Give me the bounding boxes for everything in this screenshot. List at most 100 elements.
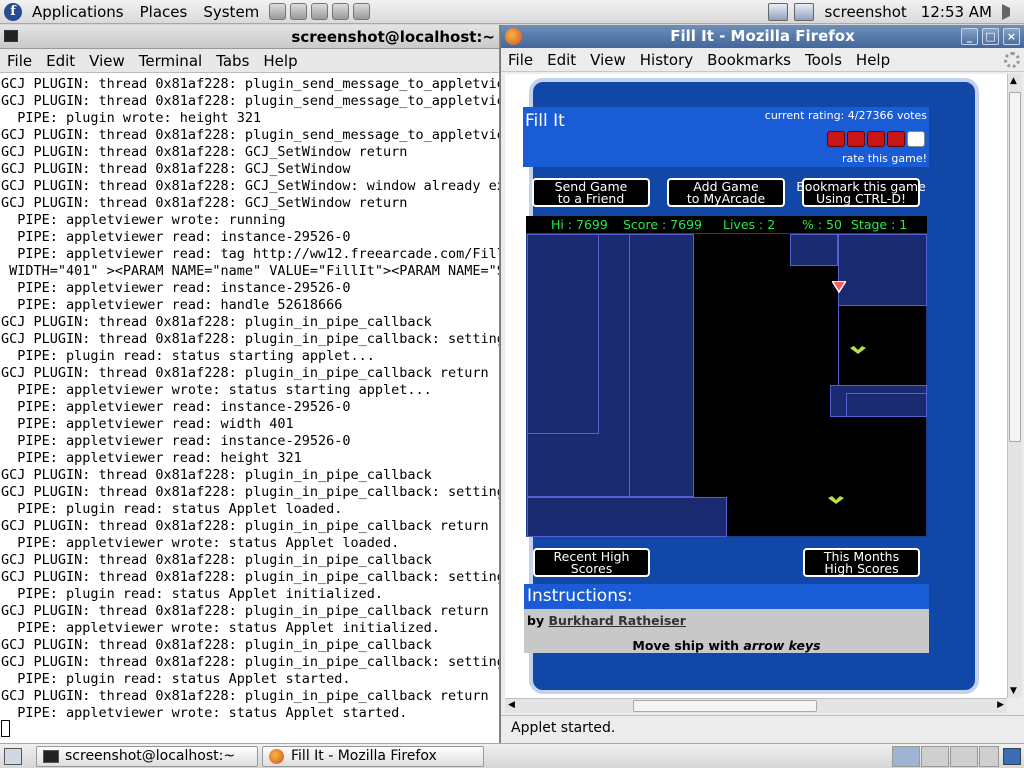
- workspace-2[interactable]: [921, 746, 949, 767]
- terminal-line: PIPE: appletviewer wrote: status Applet …: [1, 620, 440, 636]
- rating-star-icon[interactable]: [887, 131, 905, 147]
- rating-star-icon[interactable]: [847, 131, 865, 147]
- show-desktop-icon[interactable]: [4, 748, 22, 765]
- terminal-icon: [43, 750, 59, 763]
- terminal-output[interactable]: GCJ PLUGIN: thread 0x81af228: plugin_sen…: [0, 76, 499, 743]
- applications-menu[interactable]: Applications: [24, 0, 132, 24]
- minimize-button[interactable]: _: [961, 28, 978, 45]
- rate-game-link[interactable]: rate this game!: [842, 152, 927, 165]
- rating-star-empty-icon[interactable]: [907, 131, 925, 147]
- terminal-icon: [4, 30, 18, 42]
- firefox-menubar: File Edit View History Bookmarks Tools H…: [501, 48, 1024, 72]
- mail-launcher-icon[interactable]: [290, 3, 308, 20]
- trash-icon[interactable]: [1003, 748, 1021, 765]
- status-bar: Applet started.: [501, 715, 1024, 741]
- menu-view[interactable]: View: [583, 51, 633, 69]
- menu-file[interactable]: File: [501, 51, 540, 69]
- terminal-line: GCJ PLUGIN: thread 0x81af228: plugin_sen…: [1, 93, 499, 109]
- terminal-line: GCJ PLUGIN: thread 0x81af228: plugin_in_…: [1, 365, 489, 381]
- firefox-titlebar[interactable]: Fill It - Mozilla Firefox _ □ ×: [501, 25, 1024, 48]
- terminal-line: PIPE: appletviewer wrote: status Applet …: [1, 705, 408, 721]
- terminal-line: WIDTH="401" ><PARAM NAME="name" VALUE="F…: [1, 263, 499, 279]
- terminal-window: screenshot@localhost:~ File Edit View Te…: [0, 25, 500, 743]
- vertical-scrollbar[interactable]: ▲ ▼: [1007, 74, 1022, 698]
- terminal-line: PIPE: plugin read: status Applet initial…: [1, 586, 384, 602]
- hud-lives: Lives : 2: [723, 217, 776, 232]
- terminal-line: GCJ PLUGIN: thread 0x81af228: plugin_in_…: [1, 569, 499, 585]
- terminal-menu-file[interactable]: File: [0, 52, 39, 70]
- firefox-title-text: Fill It - Mozilla Firefox: [670, 27, 855, 45]
- firefox-launcher-icon[interactable]: [269, 3, 287, 20]
- hud-stage: Stage : 1: [851, 217, 908, 232]
- terminal-line: GCJ PLUGIN: thread 0x81af228: plugin_in_…: [1, 314, 432, 330]
- terminal-line: GCJ PLUGIN: thread 0x81af228: plugin_in_…: [1, 518, 489, 534]
- filled-region: [527, 234, 599, 434]
- instructions-text: Move ship with: [632, 638, 744, 653]
- places-menu[interactable]: Places: [132, 0, 196, 24]
- rating-star-icon[interactable]: [827, 131, 845, 147]
- network-icon[interactable]: [767, 3, 788, 21]
- scroll-left-icon[interactable]: ◀: [508, 700, 515, 710]
- maximize-button[interactable]: □: [982, 28, 999, 45]
- volume-icon[interactable]: [1002, 4, 1020, 20]
- terminal-menu-view[interactable]: View: [82, 52, 132, 70]
- close-button[interactable]: ×: [1003, 28, 1020, 45]
- send-to-friend-button[interactable]: Send Game to a Friend: [532, 178, 650, 207]
- clock[interactable]: 12:53 AM: [915, 3, 998, 21]
- fedora-logo-icon[interactable]: f: [4, 2, 22, 21]
- terminal-menu-terminal[interactable]: Terminal: [132, 52, 209, 70]
- rating-star-icon[interactable]: [867, 131, 885, 147]
- enemy-bug-icon: [850, 346, 866, 354]
- writer-launcher-icon[interactable]: [332, 3, 350, 20]
- terminal-menubar: File Edit View Terminal Tabs Help: [0, 49, 499, 73]
- terminal-line: GCJ PLUGIN: thread 0x81af228: plugin_in_…: [1, 603, 489, 619]
- menu-edit[interactable]: Edit: [540, 51, 583, 69]
- terminal-menu-edit[interactable]: Edit: [39, 52, 82, 70]
- display-icon[interactable]: [793, 3, 814, 21]
- terminal-line: PIPE: plugin read: status starting apple…: [1, 348, 375, 364]
- terminal-line: GCJ PLUGIN: thread 0x81af228: plugin_in_…: [1, 552, 432, 568]
- impress-launcher-icon[interactable]: [353, 3, 371, 20]
- editor-launcher-icon[interactable]: [311, 3, 329, 20]
- add-to-myarcade-button[interactable]: Add Game to MyArcade: [667, 178, 785, 207]
- terminal-line: GCJ PLUGIN: thread 0x81af228: plugin_in_…: [1, 654, 499, 670]
- terminal-menu-help[interactable]: Help: [256, 52, 304, 70]
- rating-stars[interactable]: [825, 131, 925, 147]
- workspace-3[interactable]: [950, 746, 978, 767]
- taskbar-item-terminal[interactable]: screenshot@localhost:~: [36, 746, 258, 767]
- game-header: Fill It current rating: 4/27366 votes ra…: [523, 107, 929, 167]
- terminal-line: PIPE: appletviewer wrote: running: [1, 212, 286, 228]
- credit-by: by: [527, 613, 545, 628]
- enemy-bug-icon: [828, 496, 844, 504]
- scroll-up-icon[interactable]: ▲: [1010, 76, 1017, 86]
- scroll-right-icon[interactable]: ▶: [997, 700, 1004, 710]
- game-playfield[interactable]: [526, 233, 927, 537]
- terminal-line: GCJ PLUGIN: thread 0x81af228: GCJ_SetWin…: [1, 144, 408, 160]
- menu-help[interactable]: Help: [849, 51, 897, 69]
- system-menu[interactable]: System: [195, 0, 267, 24]
- author-link[interactable]: Burkhard Ratheiser: [548, 613, 685, 628]
- menu-history[interactable]: History: [633, 51, 700, 69]
- vertical-scroll-thumb[interactable]: [1009, 92, 1021, 442]
- terminal-line: GCJ PLUGIN: thread 0x81af228: GCJ_SetWin…: [1, 195, 408, 211]
- terminal-line: PIPE: appletviewer read: width 401: [1, 416, 294, 432]
- menu-tools[interactable]: Tools: [798, 51, 849, 69]
- menu-bookmarks[interactable]: Bookmarks: [700, 51, 798, 69]
- bookmark-game-button[interactable]: Bookmark this game Using CTRL-D!: [796, 178, 926, 207]
- rating-text: current rating: 4/27366 votes: [764, 109, 927, 122]
- terminal-title[interactable]: screenshot@localhost:~: [0, 25, 499, 49]
- terminal-line: PIPE: appletviewer read: handle 52618666: [1, 297, 343, 313]
- terminal-line: GCJ PLUGIN: thread 0x81af228: GCJ_SetWin…: [1, 178, 499, 194]
- horizontal-scroll-thumb[interactable]: [633, 700, 817, 712]
- recent-high-scores-button[interactable]: Recent High Scores: [533, 548, 650, 577]
- horizontal-scrollbar[interactable]: ◀ ▶: [505, 698, 1007, 713]
- scroll-down-icon[interactable]: ▼: [1010, 686, 1017, 696]
- taskbar-item-firefox[interactable]: Fill It - Mozilla Firefox: [262, 746, 484, 767]
- workspace-4[interactable]: [979, 746, 999, 767]
- monthly-high-scores-button[interactable]: This Months High Scores: [803, 548, 920, 577]
- credits-panel: by Burkhard Ratheiser Move ship with arr…: [524, 609, 929, 653]
- game-hud: Hi : 7699 Score : 7699 Lives : 2 % : 50 …: [526, 216, 927, 233]
- terminal-menu-tabs[interactable]: Tabs: [209, 52, 256, 70]
- terminal-line: PIPE: appletviewer read: instance-29526-…: [1, 280, 351, 296]
- workspace-1[interactable]: [892, 746, 920, 767]
